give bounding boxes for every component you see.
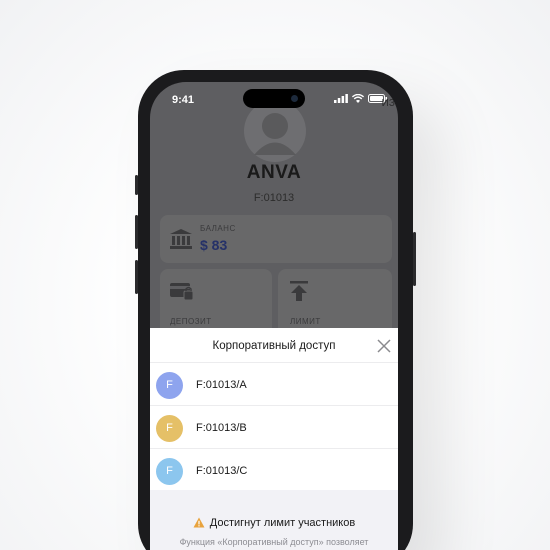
upload-arrow-icon [290,281,308,301]
account-label: F:01013/B [196,422,247,434]
profile-name: ANVA [246,162,302,183]
wifi-icon [352,94,364,103]
participant-limit-warning: Достигнут лимит участников Функция «Корп… [150,490,398,550]
corporate-access-sheet: Корпоративный доступ F F:01013/A F F:010… [150,328,398,550]
edit-link[interactable]: ИЗМ. [382,98,398,109]
profile-avatar [244,100,306,162]
account-label: F:01013/A [196,379,247,391]
bank-icon [170,229,192,249]
dynamic-island [243,89,305,108]
status-time: 9:41 [172,94,195,106]
deposit-label: ДЕПОЗИТ [170,317,212,326]
profile-id: F:01013 [253,192,295,204]
phone-side-button [135,175,138,195]
warning-title: Достигнут лимит участников [150,517,398,529]
account-avatar: F [156,372,183,399]
limit-label: ЛИМИТ [290,317,321,326]
account-row[interactable]: F F:01013/C [150,448,398,491]
phone-volume-down [135,260,138,294]
balance-label: БАЛАНС [200,224,236,233]
account-avatar: F [156,458,183,485]
balance-value: $ 83 [200,237,228,253]
phone-power-button [413,232,416,286]
warning-title-text: Достигнут лимит участников [209,517,356,529]
deposit-card-icon [170,283,194,301]
phone-screen: 9:41 ИЗМ. ANVA F:01013 БАЛА [150,82,398,550]
close-button[interactable] [376,338,392,354]
warning-description: Функция «Корпоративный доступ» позволяет [179,537,369,547]
account-avatar: F [156,415,183,442]
balance-card[interactable]: БАЛАНС $ 83 [160,215,392,263]
account-row[interactable]: F F:01013/A [150,362,398,405]
warning-icon [193,517,205,528]
status-icons [334,94,388,103]
sheet-title: Корпоративный доступ [212,340,336,352]
account-label: F:01013/C [196,465,248,477]
close-icon [377,339,391,353]
phone-volume-up [135,215,138,249]
account-row[interactable]: F F:01013/B [150,405,398,448]
cellular-signal-icon [334,94,348,103]
